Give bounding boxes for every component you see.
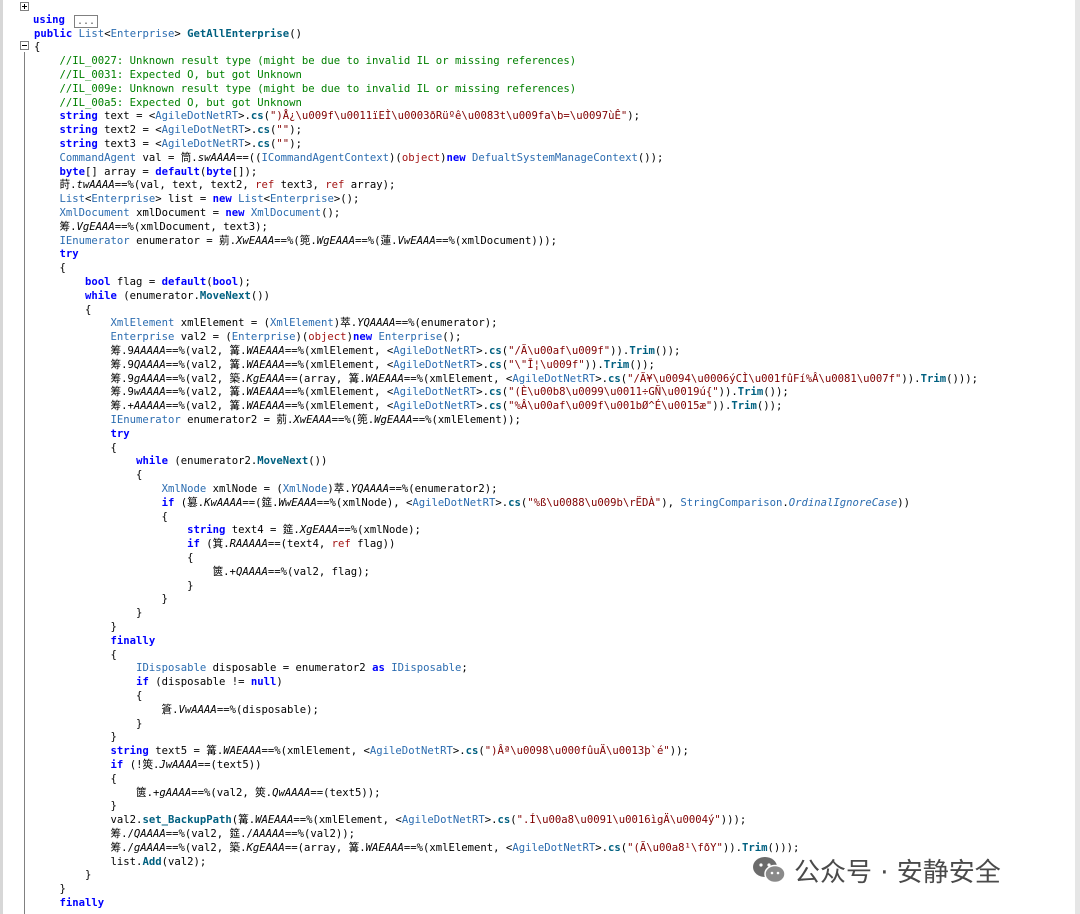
code-line: IDisposable disposable = enumerator2 as … (136, 662, 468, 675)
code-line: Enterprise val2 = (Enterprise)(object)ne… (110, 331, 462, 344)
code-line: 筹./gAAAA==%(val2, 築.KgEAAA==(array, 篝.WA… (34, 841, 800, 854)
code-line: while (enumerator.MoveNext()) (85, 289, 271, 302)
code-line: string text5 = 篝.WAEAAA==%(xmlElement, <… (110, 745, 689, 758)
code-line: } (34, 869, 92, 882)
watermark-text: 公众号 · 安静安全 (794, 857, 1001, 888)
code-line: if (!筴.JwAAAA==(text5)) (110, 758, 262, 771)
code-line: finally (59, 896, 105, 909)
code-line: if (篡.KwAAAA==(筵.WwEAAA==%(xmlNode), <Ag… (161, 496, 910, 509)
code-line: XmlNode xmlNode = (XmlNode)萃.YQAAAA==%(e… (161, 482, 498, 495)
code-line: } (34, 579, 194, 592)
code-line: XmlDocument xmlDocument = new XmlDocumen… (59, 206, 341, 219)
code-line: //IL_00a5: Expected O, but got Unknown (34, 96, 302, 109)
code-line: 筹.9QAAAA==%(val2, 篝.WAEAAA==%(xmlElement… (34, 358, 655, 371)
code-line: public List<Enterprise> GetAllEnterprise… (34, 27, 302, 40)
code-line: } (34, 593, 168, 606)
code-line: if (箕.RAAAAA==(text4, ref flag)) (187, 538, 396, 551)
code-line: 筹.VgEAAA==%(xmlDocument, text3); (34, 220, 268, 233)
code-line: { (34, 551, 194, 564)
fold-guide-line (24, 52, 25, 914)
code-line: 筹./QAAAA==%(val2, 筵./AAAAA==%(val2)); (34, 827, 355, 840)
code-line: byte[] array = default(byte[]); (59, 165, 258, 178)
code-line: string text2 = <AgileDotNetRT>.cs(""); (59, 124, 302, 137)
code-line: { (34, 772, 117, 785)
code-line: { (34, 262, 66, 275)
expand-icon[interactable] (20, 2, 29, 11)
code-line: try (59, 248, 79, 261)
code-line: //IL_009e: Unknown result type (might be… (34, 82, 577, 95)
code-line: { (34, 469, 143, 482)
code-line: 筹.9AAAAA==%(val2, 篝.WAEAAA==%(xmlElement… (34, 344, 681, 357)
code-line: { (34, 510, 168, 523)
code-line: } (34, 717, 143, 730)
code-line: } (34, 607, 143, 620)
wechat-icon (752, 855, 786, 885)
using-keyword: using (33, 13, 65, 26)
code-line: //IL_0027: Unknown result type (might be… (34, 55, 577, 68)
code-line: } (34, 800, 117, 813)
code-line: IEnumerator enumerator2 = 莂.XwEAAA==%(篼.… (110, 413, 521, 426)
using-line: using... (0, 0, 99, 28)
code-line: List<Enterprise> list = new List<Enterpr… (59, 193, 360, 206)
collapse-icon[interactable] (20, 41, 29, 50)
code-line: val2.set_BackupPath(篝.WAEAAA==%(xmlEleme… (34, 814, 747, 827)
code-line: //IL_0031: Expected O, but got Unknown (34, 68, 302, 81)
code-line: 篋.+QAAAA==%(val2, flag); (34, 565, 370, 578)
collapsed-region[interactable]: ... (74, 14, 99, 28)
code-line: IEnumerator enumerator = 莂.XwEAAA==%(篼.W… (59, 234, 557, 247)
code-editor[interactable]: using... public List<Enterprise> GetAllE… (0, 0, 1080, 914)
code-line: } (34, 731, 117, 744)
code-line: 篋.+gAAAA==%(val2, 筴.QwAAAA==(text5)); (34, 786, 381, 799)
code-line: XmlElement xmlElement = (XmlElement)萃.YQ… (110, 317, 498, 330)
code-line: { (34, 441, 117, 454)
code-line: 筹.+AAAAA==%(val2, 篝.WAEAAA==%(xmlElement… (34, 400, 783, 413)
code-line: CommandAgent val = 筒.swAAAA==((ICommandA… (59, 151, 664, 164)
code-line: { (34, 303, 92, 316)
code-line: if (disposable != null) (136, 676, 283, 689)
code-line: bool flag = default(bool); (85, 275, 251, 288)
code-line: try (110, 427, 130, 440)
code-line: string text = <AgileDotNetRT>.cs(")Å¿\u0… (59, 110, 640, 123)
code-line: finally (110, 634, 156, 647)
code-line: list.Add(val2); (34, 855, 207, 868)
code-line: { (34, 648, 117, 661)
code-line: 筹.9wAAAA==%(val2, 篝.WAEAAA==%(xmlElement… (34, 386, 789, 399)
code-line: { (34, 689, 143, 702)
code-line: 筹.9gAAAA==%(val2, 築.KgEAAA==(array, 篝.WA… (34, 372, 978, 385)
code-line: while (enumerator2.MoveNext()) (136, 455, 328, 468)
code-line: string text3 = <AgileDotNetRT>.cs(""); (59, 137, 302, 150)
code-line: } (34, 620, 117, 633)
code-line: } (34, 883, 66, 896)
watermark: 公众号 · 安静安全 (752, 852, 1001, 888)
code-line: 篬.VwAAAA==%(disposable); (34, 703, 319, 716)
code-line: 莳.twAAAA==%(val, text, text2, ref text3,… (34, 179, 396, 192)
code-line: string text4 = 筵.XgEAAA==%(xmlNode); (187, 524, 421, 537)
code-line: { (34, 41, 41, 54)
